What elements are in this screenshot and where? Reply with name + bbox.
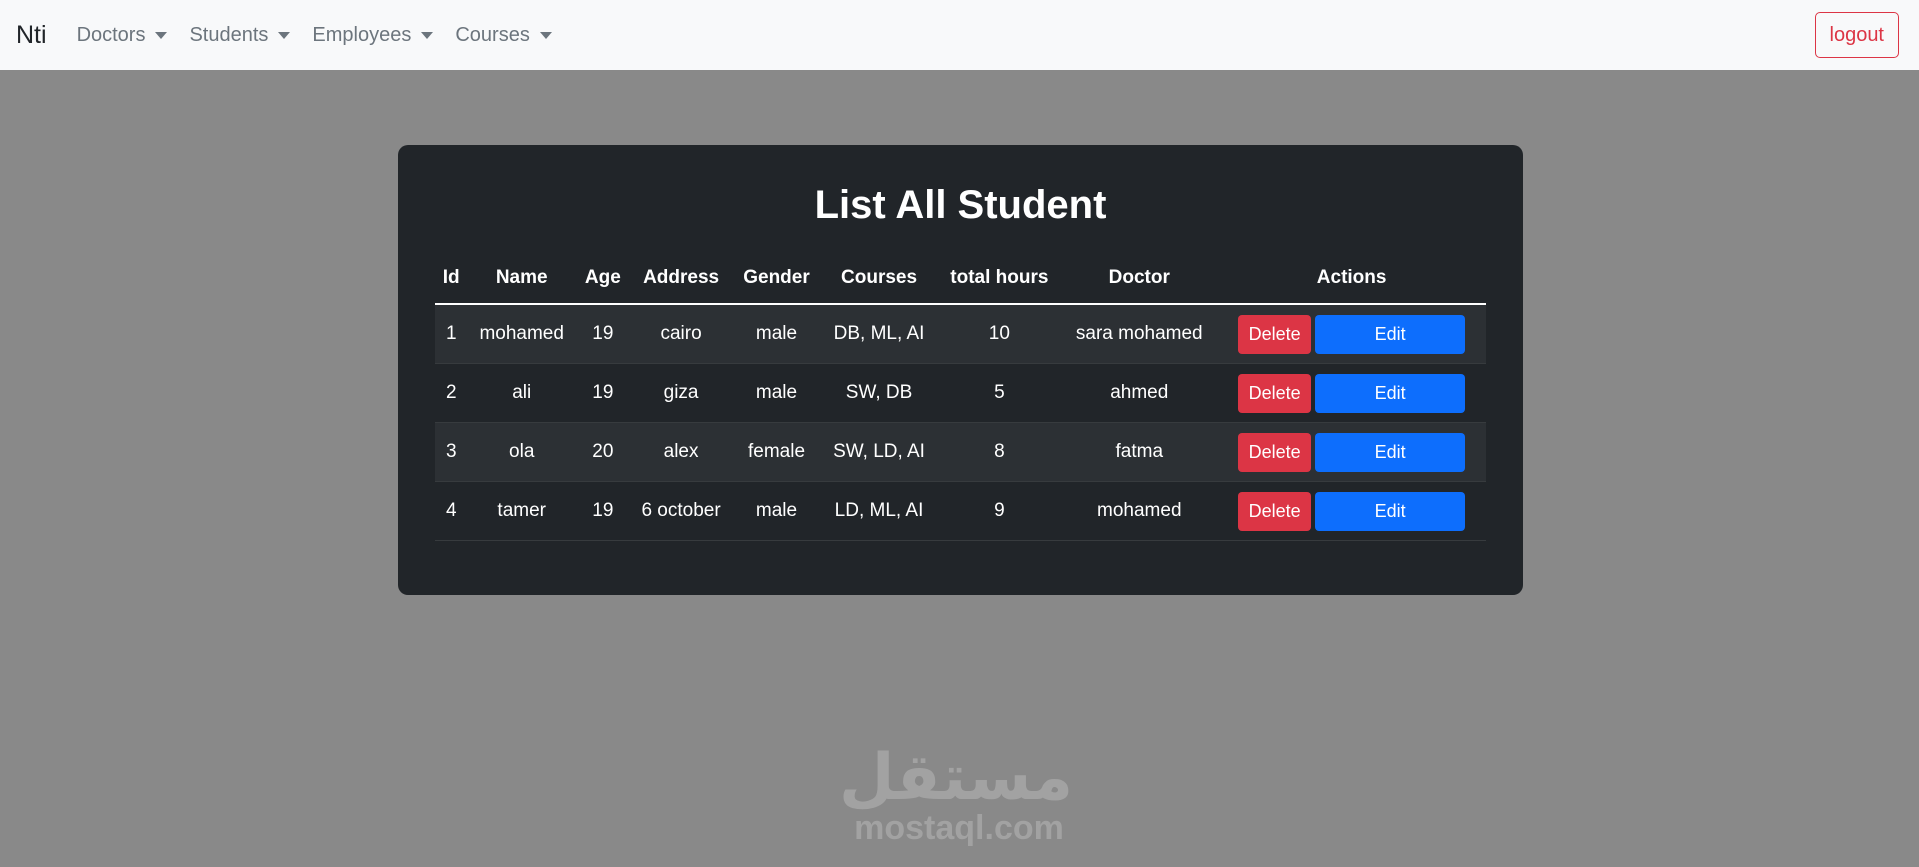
column-header-name: Name [467,253,576,305]
edit-button[interactable]: Edit [1315,491,1466,531]
cell-doctor: mohamed [1061,481,1218,541]
caret-down-icon [155,31,168,39]
caret-down-icon [278,31,291,39]
watermark-latin-text: mostaql.com [854,809,1064,847]
nav-dropdown-employees[interactable]: Employees [312,23,434,47]
column-header-total-hours: total hours [937,253,1062,305]
cell-actions: Delete Edit [1217,422,1486,482]
cell-total-hours: 10 [937,304,1062,364]
nav-dropdown-label: Doctors [76,23,146,46]
cell-actions: Delete Edit [1217,363,1486,423]
nav-dropdown-label: Students [189,23,269,46]
students-table: Id Name Age Address Gender Courses total… [435,253,1486,541]
top-navbar: Nti Doctors Students Employees Courses l… [0,0,1919,70]
nav-dropdown-label: Courses [455,23,530,46]
table-header-row: Id Name Age Address Gender Courses total… [435,253,1486,305]
cell-gender: male [732,481,821,541]
cell-address: 6 october [629,481,733,541]
cell-address: cairo [629,304,733,364]
cell-id: 3 [435,422,468,482]
watermark-arabic-text: مستقل [838,741,1073,813]
cell-courses: DB, ML, AI [820,304,938,364]
table-row: 3 ola 20 alex female SW, LD, AI 8 fatma … [435,422,1486,482]
cell-total-hours: 5 [937,363,1062,423]
nav-dropdown-label: Employees [312,23,412,46]
cell-id: 1 [435,304,468,364]
cell-name: mohamed [467,304,576,364]
delete-button[interactable]: Delete [1238,491,1312,531]
cell-gender: male [732,304,821,364]
students-card: List All Student Id Name Age Address Gen… [398,145,1523,595]
cell-gender: male [732,363,821,423]
column-header-id: Id [435,253,468,305]
nav-dropdown-courses[interactable]: Courses [455,23,552,47]
delete-button[interactable]: Delete [1238,314,1312,354]
mostaql-watermark-logo: مستقل mostaql.com [838,741,1073,847]
edit-button[interactable]: Edit [1315,314,1466,354]
cell-age: 19 [575,481,630,541]
delete-button[interactable]: Delete [1238,373,1312,413]
cell-gender: female [732,422,821,482]
cell-doctor: fatma [1061,422,1218,482]
column-header-courses: Courses [820,253,938,305]
navbar-brand[interactable]: Nti [16,21,47,50]
cell-total-hours: 8 [937,422,1062,482]
cell-doctor: sara mohamed [1061,304,1218,364]
column-header-gender: Gender [732,253,821,305]
cell-actions: Delete Edit [1217,481,1486,541]
cell-age: 20 [575,422,630,482]
table-row: 4 tamer 19 6 october male LD, ML, AI 9 m… [435,481,1486,541]
nav-dropdown-doctors[interactable]: Doctors [77,24,168,47]
cell-id: 2 [435,363,468,423]
cell-name: tamer [467,481,576,541]
cell-doctor: ahmed [1061,363,1218,423]
cell-address: giza [629,363,733,423]
column-header-actions: Actions [1217,253,1486,305]
cell-address: alex [629,422,733,482]
cell-total-hours: 9 [937,481,1062,541]
cell-courses: SW, DB [820,363,938,423]
caret-down-icon [539,31,552,39]
delete-button[interactable]: Delete [1238,432,1312,472]
column-header-age: Age [575,253,630,305]
cell-actions: Delete Edit [1217,304,1486,364]
nav-dropdown-students[interactable]: Students [189,23,291,47]
table-row: 2 ali 19 giza male SW, DB 5 ahmed Delete… [435,363,1486,423]
logout-button[interactable]: logout [1814,12,1899,58]
edit-button[interactable]: Edit [1315,373,1466,413]
page-title: List All Student [814,183,1107,227]
caret-down-icon [421,31,434,39]
cell-age: 19 [575,304,630,364]
column-header-doctor: Doctor [1061,253,1218,305]
cell-id: 4 [435,481,468,541]
cell-age: 19 [575,363,630,423]
cell-name: ali [467,363,576,423]
column-header-address: Address [629,253,733,305]
cell-courses: LD, ML, AI [820,481,938,541]
cell-courses: SW, LD, AI [820,422,938,482]
cell-name: ola [467,422,576,482]
edit-button[interactable]: Edit [1315,432,1466,472]
table-row: 1 mohamed 19 cairo male DB, ML, AI 10 sa… [435,304,1486,364]
